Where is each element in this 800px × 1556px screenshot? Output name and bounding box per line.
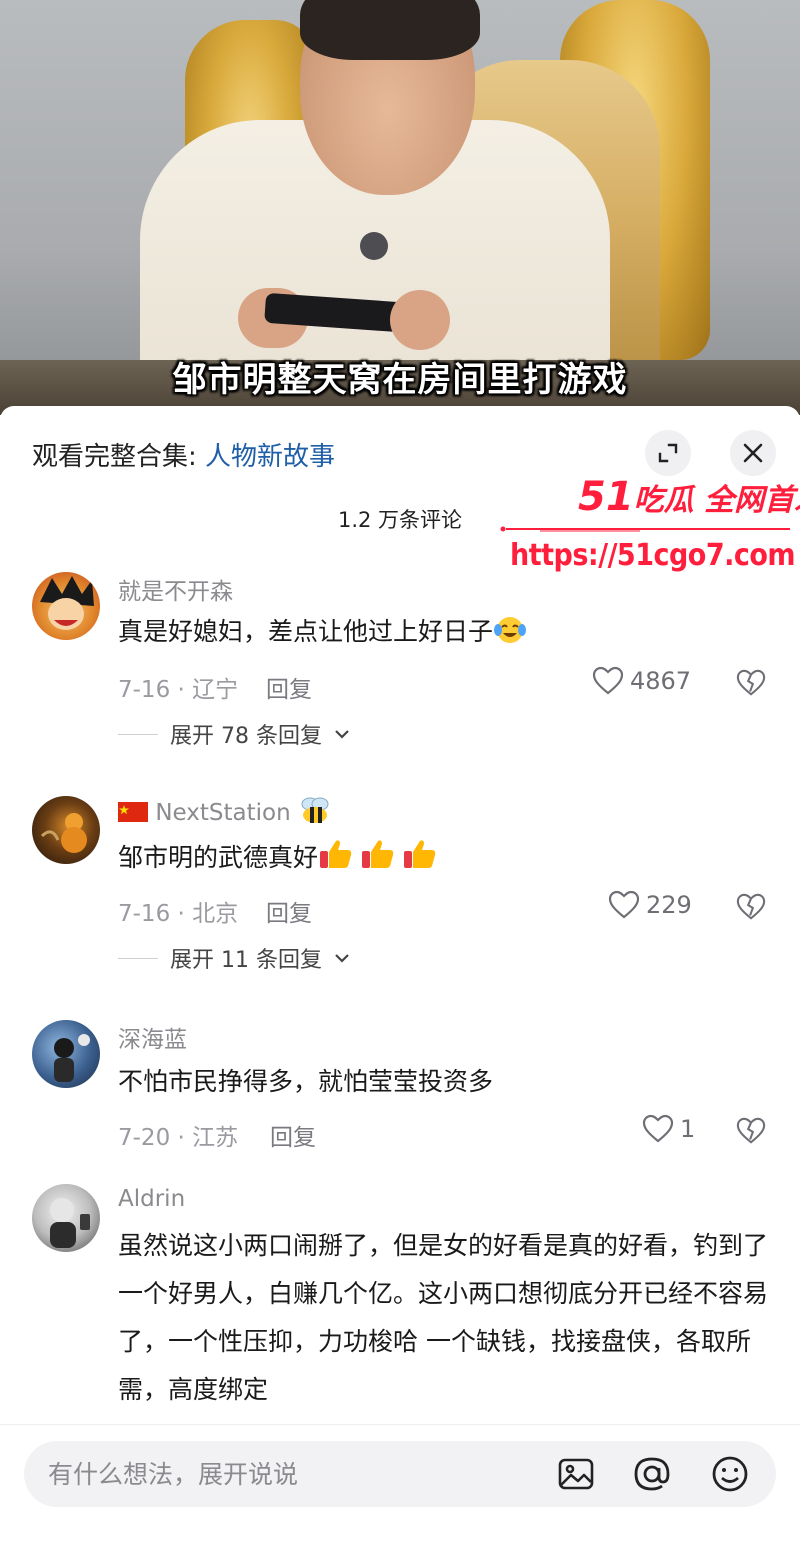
heart-icon	[642, 1114, 674, 1143]
broken-heart-icon[interactable]	[736, 1116, 766, 1146]
person-hair	[300, 0, 480, 60]
comment-username[interactable]: Aldrin	[118, 1186, 185, 1212]
collection-link[interactable]: 人物新故事	[205, 442, 335, 472]
avatar-gourd-icon	[40, 813, 87, 853]
like-count: 1	[680, 1115, 696, 1143]
collection-banner[interactable]: 观看完整合集: 人物新故事	[32, 436, 335, 473]
thumbs-up-icon	[404, 840, 436, 868]
comment-date-location: 7-20 · 江苏	[118, 1125, 239, 1151]
like-count: 4867	[630, 667, 692, 695]
expand-replies[interactable]: 展开 11 条回复	[118, 942, 350, 974]
reply-button[interactable]: 回复	[266, 894, 312, 928]
heart-icon	[592, 666, 624, 695]
image-icon[interactable]	[556, 1454, 596, 1494]
thumbs-up-icon	[362, 840, 394, 868]
comment-text: 不怕市民挣得多，就怕莹莹投资多	[118, 1067, 494, 1096]
comment-input[interactable]	[46, 1451, 530, 1497]
reply-button[interactable]: 回复	[270, 1118, 316, 1152]
comment-text: 虽然说这小两口闹掰了，但是女的好看是真的好看，钓到了一个好男人，白赚几个亿。这小…	[118, 1231, 769, 1404]
expand-replies-label: 展开 78 条回复	[170, 724, 322, 749]
crying-laughing-emoji-icon	[494, 617, 527, 643]
comment-username[interactable]: NextStation	[118, 796, 332, 826]
collection-prefix: 观看完整合集:	[32, 442, 206, 472]
avatar[interactable]	[32, 1020, 100, 1088]
divider	[118, 957, 158, 959]
at-icon[interactable]	[632, 1454, 672, 1494]
chevron-down-icon	[335, 730, 349, 739]
divider	[118, 733, 158, 735]
like-count: 229	[646, 891, 692, 919]
avatar[interactable]	[32, 572, 100, 640]
like-button[interactable]: 229	[608, 890, 692, 920]
like-button[interactable]: 4867	[592, 666, 691, 696]
watermark-underline	[500, 526, 790, 532]
bee-icon	[301, 797, 329, 823]
avatar[interactable]	[32, 1184, 100, 1252]
close-icon	[743, 443, 763, 463]
comment-text: 邹市明的武德真好	[118, 834, 773, 882]
comment-input-bar	[0, 1424, 800, 1556]
comment-input-container[interactable]	[24, 1441, 776, 1507]
watermark-url: https://51cgo7.com	[510, 538, 796, 573]
heart-icon	[608, 890, 640, 919]
thumbs-up-icon	[320, 840, 352, 868]
video-player[interactable]: 邹市明整天窝在房间里打游戏	[0, 0, 800, 415]
expand-button[interactable]	[645, 430, 691, 476]
expand-replies-label: 展开 11 条回复	[170, 948, 322, 973]
comment-username[interactable]: 就是不开森	[118, 572, 233, 606]
smile-icon[interactable]	[710, 1454, 750, 1494]
comment-text-content: 邹市明的武德真好	[118, 843, 319, 872]
comment-date-location: 7-16 · 辽宁	[118, 677, 239, 703]
avatar-figure-icon	[54, 1034, 90, 1082]
watermark-brand: 51吃瓜 全网首发	[578, 474, 800, 520]
watermark-brand-text: 吃瓜 全网首发	[633, 483, 800, 518]
avatar-portrait-icon	[50, 1198, 90, 1248]
expand-icon	[658, 443, 678, 463]
reply-button[interactable]: 回复	[266, 670, 312, 704]
close-button[interactable]	[730, 430, 776, 476]
lapel-mic	[360, 232, 388, 260]
comment-text: 真是好媳妇，差点让他过上好日子	[118, 608, 773, 656]
broken-heart-icon[interactable]	[736, 668, 766, 698]
comments-panel: 观看完整合集: 人物新故事 1.2 万条评论 51吃瓜 全网首发 https:/…	[0, 406, 800, 1555]
broken-heart-icon[interactable]	[736, 892, 766, 922]
comment-date-location: 7-16 · 北京	[118, 901, 239, 927]
video-subtitle: 邹市明整天窝在房间里打游戏	[172, 360, 628, 400]
chevron-down-icon	[335, 954, 349, 963]
comment-username[interactable]: 深海蓝	[118, 1020, 187, 1054]
comment-text-content: 真是好媳妇，差点让他过上好日子	[118, 617, 494, 646]
watermark-brand-number: 51	[578, 474, 634, 520]
avatar-cartoon-icon	[40, 576, 94, 630]
comment-username-text: NextStation	[155, 800, 291, 826]
like-button[interactable]: 1	[642, 1114, 695, 1144]
right-hand	[390, 290, 450, 350]
avatar[interactable]	[32, 796, 100, 864]
expand-replies[interactable]: 展开 78 条回复	[118, 718, 350, 750]
china-flag-icon	[118, 802, 148, 822]
